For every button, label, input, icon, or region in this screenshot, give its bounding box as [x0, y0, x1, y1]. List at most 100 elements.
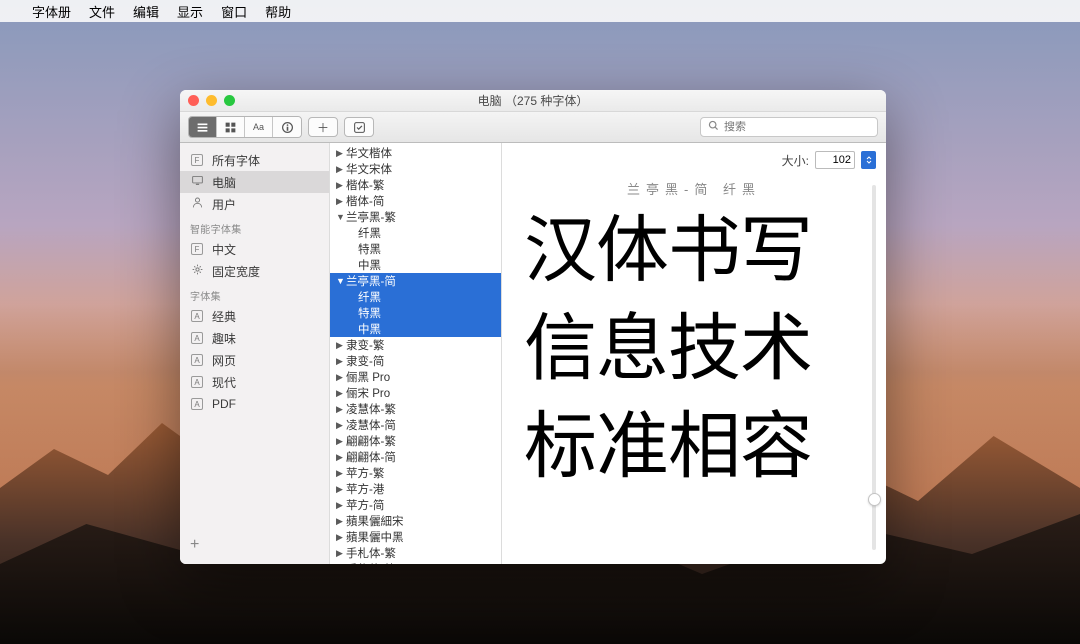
- disclosure-triangle-icon[interactable]: ▶: [336, 196, 346, 207]
- font-style-row[interactable]: 中黑: [330, 321, 501, 337]
- menu-view[interactable]: 显示: [177, 2, 203, 21]
- font-preview-pane: 大小: 兰亭黑-简 纤黑 汉体书写信息技术标准相容: [502, 143, 886, 564]
- font-list[interactable]: ▶ 华文楷体▶ 华文宋体▶ 楷体-繁▶ 楷体-简▼ 兰亭黑-繁纤黑特黑中黑▼ 兰…: [330, 143, 502, 564]
- font-style-row[interactable]: 特黑: [330, 241, 501, 257]
- size-dropdown-button[interactable]: [861, 151, 876, 169]
- info-icon: [281, 121, 294, 134]
- font-family-row[interactable]: ▶ 俪宋 Pro: [330, 385, 501, 401]
- disclosure-triangle-icon[interactable]: ▶: [336, 372, 346, 383]
- disclosure-triangle-icon[interactable]: ▶: [336, 180, 346, 191]
- sidebar-item-classic[interactable]: A经典: [180, 305, 329, 327]
- font-style-row[interactable]: 纤黑: [330, 225, 501, 241]
- sidebar-item-label: 电脑: [212, 174, 319, 191]
- sidebar-item-fixed-width[interactable]: 固定宽度: [180, 260, 329, 282]
- sidebar-item-fun[interactable]: A趣味: [180, 327, 329, 349]
- menu-file[interactable]: 文件: [89, 2, 115, 21]
- font-family-row[interactable]: ▶ 苹方-简: [330, 497, 501, 513]
- font-family-row[interactable]: ▶ 蘋果儷中黑: [330, 529, 501, 545]
- size-input[interactable]: [815, 151, 855, 169]
- sidebar-item-modern[interactable]: A现代: [180, 371, 329, 393]
- minimize-button[interactable]: [206, 95, 217, 106]
- fontset-icon: A: [190, 310, 204, 322]
- size-slider-thumb[interactable]: [868, 493, 881, 506]
- disclosure-triangle-icon[interactable]: ▶: [336, 564, 346, 565]
- font-family-row[interactable]: ▶ 翩翩体-繁: [330, 433, 501, 449]
- disclosure-triangle-icon[interactable]: ▶: [336, 548, 346, 559]
- font-style-row[interactable]: 中黑: [330, 257, 501, 273]
- menu-help[interactable]: 帮助: [265, 2, 291, 21]
- disclosure-triangle-icon[interactable]: ▼: [336, 212, 346, 222]
- view-grid-button[interactable]: [217, 117, 245, 137]
- font-family-row[interactable]: ▶ 楷体-简: [330, 193, 501, 209]
- disclosure-triangle-icon[interactable]: ▶: [336, 468, 346, 479]
- font-family-row[interactable]: ▶ 隶变-简: [330, 353, 501, 369]
- traffic-lights: [188, 95, 235, 106]
- view-mode-segmented: Aa: [188, 116, 302, 138]
- disclosure-triangle-icon[interactable]: ▶: [336, 148, 346, 159]
- disclosure-triangle-icon[interactable]: ▶: [336, 340, 346, 351]
- sidebar-item-label: 所有字体: [212, 152, 319, 169]
- menu-edit[interactable]: 编辑: [133, 2, 159, 21]
- zoom-button[interactable]: [224, 95, 235, 106]
- disclosure-triangle-icon[interactable]: ▶: [336, 388, 346, 399]
- disclosure-triangle-icon[interactable]: ▶: [336, 516, 346, 527]
- font-family-row[interactable]: ▶ 苹方-繁: [330, 465, 501, 481]
- font-family-row[interactable]: ▶ 翩翩体-简: [330, 449, 501, 465]
- sidebar-item-web[interactable]: A网页: [180, 349, 329, 371]
- font-family-row[interactable]: ▶ 手札体-繁: [330, 545, 501, 561]
- sidebar-item-label: 固定宽度: [212, 263, 319, 280]
- font-family-row[interactable]: ▶ 苹方-港: [330, 481, 501, 497]
- font-family-row[interactable]: ▼ 兰亭黑-繁: [330, 209, 501, 225]
- search-icon: [707, 119, 720, 135]
- disclosure-triangle-icon[interactable]: ▶: [336, 164, 346, 175]
- sidebar-item-pdf[interactable]: APDF: [180, 393, 329, 415]
- sidebar-item-user[interactable]: 用户: [180, 193, 329, 215]
- window-title: 电脑 （275 种字体）: [478, 92, 589, 109]
- sidebar-item-computer[interactable]: 电脑: [180, 171, 329, 193]
- font-family-row[interactable]: ▶ 楷体-繁: [330, 177, 501, 193]
- list-icon: [196, 121, 209, 134]
- font-family-row[interactable]: ▶ 蘋果儷細宋: [330, 513, 501, 529]
- disclosure-triangle-icon[interactable]: ▶: [336, 436, 346, 447]
- disclosure-triangle-icon[interactable]: ▼: [336, 276, 346, 286]
- font-family-row[interactable]: ▶ 隶变-繁: [330, 337, 501, 353]
- disclosure-triangle-icon[interactable]: ▶: [336, 484, 346, 495]
- font-family-row[interactable]: ▶ 华文楷体: [330, 145, 501, 161]
- monitor-icon: [190, 174, 204, 190]
- font-family-row[interactable]: ▶ 俪黑 Pro: [330, 369, 501, 385]
- toolbar: Aa ＋: [180, 112, 886, 143]
- font-family-row[interactable]: ▼ 兰亭黑-简: [330, 273, 501, 289]
- view-info-button[interactable]: [273, 117, 301, 137]
- disclosure-triangle-icon[interactable]: ▶: [336, 356, 346, 367]
- add-font-button[interactable]: ＋: [308, 117, 338, 137]
- close-button[interactable]: [188, 95, 199, 106]
- add-collection-button[interactable]: +: [180, 528, 329, 564]
- disclosure-triangle-icon[interactable]: ▶: [336, 452, 346, 463]
- search-input[interactable]: [724, 121, 871, 133]
- font-style-row[interactable]: 特黑: [330, 305, 501, 321]
- chevron-updown-icon: [865, 156, 873, 164]
- menu-appname[interactable]: 字体册: [32, 2, 71, 21]
- font-family-row[interactable]: ▶ 华文宋体: [330, 161, 501, 177]
- fontset-icon: A: [190, 398, 204, 410]
- font-family-row[interactable]: ▶ 凌慧体-繁: [330, 401, 501, 417]
- disclosure-triangle-icon[interactable]: ▶: [336, 500, 346, 511]
- fontset-icon: F: [190, 243, 204, 255]
- disclosure-triangle-icon[interactable]: ▶: [336, 420, 346, 431]
- view-sample-button[interactable]: Aa: [245, 117, 273, 137]
- menu-window[interactable]: 窗口: [221, 2, 247, 21]
- disclosure-triangle-icon[interactable]: ▶: [336, 532, 346, 543]
- view-list-button[interactable]: [189, 117, 217, 137]
- disclosure-triangle-icon[interactable]: ▶: [336, 404, 346, 415]
- toggle-enable-button[interactable]: [344, 117, 374, 137]
- font-family-row[interactable]: ▶ 凌慧体-简: [330, 417, 501, 433]
- font-style-row[interactable]: 纤黑: [330, 289, 501, 305]
- sidebar-item-chinese[interactable]: F中文: [180, 238, 329, 260]
- window-titlebar[interactable]: 电脑 （275 种字体）: [180, 90, 886, 112]
- sidebar: F所有字体电脑用户 智能字体集 F中文固定宽度 字体集 A经典A趣味A网页A现代…: [180, 143, 330, 564]
- font-family-row[interactable]: ▶ 手札体-简: [330, 561, 501, 564]
- sidebar-item-label: 用户: [212, 196, 319, 213]
- search-field[interactable]: [700, 117, 878, 137]
- sidebar-item-all-fonts[interactable]: F所有字体: [180, 149, 329, 171]
- fontset-icon: A: [190, 354, 204, 366]
